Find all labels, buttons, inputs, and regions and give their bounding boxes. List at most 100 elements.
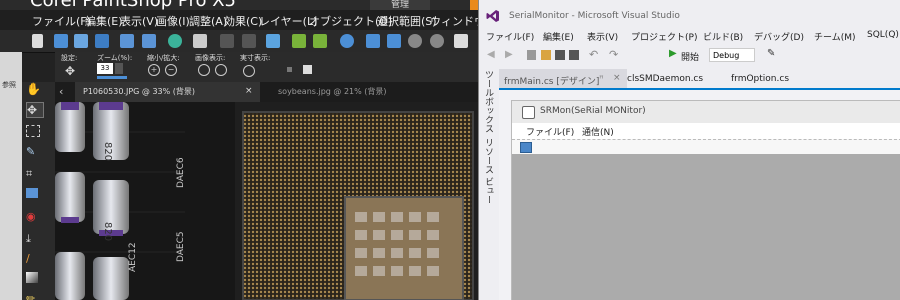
tab-frmmain-design[interactable]: frmMain.cs [デザイン] ꟸ × [499, 69, 627, 88]
open-file-icon[interactable] [541, 50, 551, 60]
ps-menu-view[interactable]: 表示(V) [120, 13, 158, 29]
vs-menu-sql[interactable]: SQL(Q) [867, 30, 899, 40]
designed-form[interactable]: SRMon(SeRial MONitor) ファイル(F) 通信(N) [511, 100, 900, 300]
ps-menu-image[interactable]: 画像(I) [156, 13, 190, 29]
form-client-area[interactable] [512, 154, 900, 300]
brush-tool-icon[interactable]: / [26, 252, 42, 266]
close-icon[interactable]: × [245, 86, 253, 96]
ps-menu-file[interactable]: ファイル(F) [32, 13, 91, 29]
vs-menu-build[interactable]: ビルド(B) [703, 30, 743, 43]
start-icon[interactable]: ▶ [669, 48, 677, 59]
ribbon-tab-manage[interactable]: 管理 [370, 0, 430, 10]
tab-clssmdaemon[interactable]: clsSMDaemon.cs [627, 66, 727, 88]
ps-menu-selections[interactable]: 選択範囲(S) [377, 13, 437, 29]
resource-view-tab[interactable]: リソース ビュー [482, 138, 495, 204]
info-icon[interactable] [340, 34, 354, 48]
ps-menu-edit[interactable]: 編集(E) [85, 13, 123, 29]
save-icon[interactable] [120, 34, 134, 48]
selection-tool-icon[interactable] [26, 125, 40, 137]
capacitor-label: 820 [102, 142, 113, 161]
save-as-icon[interactable] [142, 34, 156, 48]
vs-menu-debug[interactable]: デバッグ(D) [754, 30, 804, 43]
form-title: SRMon(SeRial MONitor) [540, 106, 646, 116]
new-icon[interactable] [32, 34, 43, 48]
doc-tab-soybeans[interactable]: soybeans.jpg @ 21% (背景) [270, 82, 410, 102]
silkscreen-daec6: DAEC6 [176, 157, 186, 188]
actual-size-icon[interactable] [387, 34, 401, 48]
makeover-tool-icon[interactable]: ⤓ [26, 232, 42, 246]
forward-icon[interactable] [313, 34, 327, 48]
zoom-out-button[interactable]: − [165, 64, 177, 76]
zoom-stepper[interactable] [115, 63, 123, 74]
tab-label: clsSMDaemon.cs [627, 74, 704, 84]
browse-icon[interactable] [95, 34, 109, 48]
start-button[interactable]: 開始 [681, 50, 699, 63]
save-all-icon[interactable] [569, 50, 579, 60]
red-eye-tool-icon[interactable]: ◉ [26, 210, 42, 224]
vs-side-panel: ツールボックス リソース ビュー [479, 66, 500, 300]
paintshop-toolbar [0, 30, 478, 53]
back-icon[interactable] [292, 34, 306, 48]
vs-menu-project[interactable]: プロジェクト(P) [631, 30, 697, 43]
print-icon[interactable] [193, 34, 207, 48]
crop-tool-icon[interactable]: ⌗ [26, 167, 42, 181]
zoom-input[interactable]: 33 [97, 63, 113, 74]
preset-dropdown[interactable]: ✥ [65, 64, 79, 78]
save-icon[interactable] [555, 50, 565, 60]
option-grid-icon[interactable] [303, 65, 312, 74]
ps-menu-effects[interactable]: 効果(C) [224, 13, 262, 29]
toolbox-tab[interactable]: ツールボックス [482, 70, 495, 133]
vs-menu-file[interactable]: ファイル(F) [486, 30, 534, 43]
new-item-icon[interactable] [527, 50, 536, 60]
share-icon[interactable] [168, 34, 182, 48]
nav-back-icon[interactable]: ◀ [487, 49, 495, 60]
screen-icon[interactable] [454, 34, 468, 48]
tab-frmoption[interactable]: frmOption.cs [731, 66, 821, 88]
straighten-tool-icon[interactable] [26, 188, 38, 198]
redo-icon[interactable]: ↷ [609, 48, 618, 61]
doc-tab-p1060530[interactable]: P1060530.JPG @ 33% (背景) × [75, 82, 260, 102]
grid-icon[interactable] [74, 34, 88, 48]
view-button-2[interactable] [215, 64, 227, 76]
image-canvas[interactable]: 820 820 DAEC6 DAEC5 AEC12 [55, 102, 478, 300]
vs-menu-team[interactable]: チーム(M) [814, 30, 856, 43]
vs-titlebar: SerialMonitor - Microsoft Visual Studio [479, 0, 900, 26]
view-button-1[interactable] [198, 64, 210, 76]
attach-icon[interactable]: ✎ [767, 48, 775, 59]
open-icon[interactable] [54, 34, 68, 48]
close-icon[interactable]: × [613, 73, 621, 83]
option-dot-icon[interactable] [287, 67, 292, 72]
form-toolstrip[interactable] [512, 139, 900, 155]
move-tool-icon[interactable]: ✥ [26, 102, 44, 118]
redo-icon[interactable] [242, 34, 256, 48]
form-titlebar: SRMon(SeRial MONitor) [512, 101, 900, 123]
actual-size-button[interactable] [243, 65, 255, 77]
fit-icon[interactable] [366, 34, 380, 48]
form-menu-file[interactable]: ファイル(F) [526, 125, 574, 138]
vs-menu-view[interactable]: 表示(V) [587, 30, 618, 43]
dropper-tool-icon[interactable]: ✎ [26, 145, 42, 159]
zoom-in-button[interactable]: + [148, 64, 160, 76]
form-icon [522, 106, 535, 119]
nav-forward-icon[interactable]: ▶ [505, 49, 513, 60]
gradient-tool-icon[interactable] [26, 272, 38, 283]
pen-tool-icon[interactable]: ✏ [26, 292, 42, 300]
undo-icon[interactable]: ↶ [589, 48, 598, 61]
actual-label: 実寸表示: [240, 54, 271, 62]
form-menu-comm[interactable]: 通信(N) [582, 125, 614, 138]
vs-menu-edit[interactable]: 編集(E) [543, 30, 574, 43]
zoom-out-icon[interactable] [430, 34, 444, 48]
zoom-slider[interactable] [97, 76, 127, 79]
tabs-back-icon[interactable]: ‹ [59, 85, 63, 98]
ps-menu-window[interactable]: ウィンドウ [430, 13, 478, 29]
ribbon-tab-edit[interactable]: 編集 [470, 0, 478, 10]
pan-tool-icon[interactable]: ✋ [26, 82, 42, 96]
edit-history-icon[interactable] [266, 34, 280, 48]
pin-icon[interactable]: ꟸ [599, 74, 604, 83]
solution-config-select[interactable]: Debug [709, 48, 755, 62]
toolstrip-image-icon[interactable] [520, 142, 532, 153]
ps-menu-adjust[interactable]: 調整(A) [189, 13, 227, 29]
undo-icon[interactable] [220, 34, 234, 48]
paintshop-menubar: ファイル(F) 編集(E) 表示(V) 画像(I) 調整(A) 効果(C) レイ… [0, 10, 478, 30]
zoom-in-icon[interactable] [408, 34, 422, 48]
